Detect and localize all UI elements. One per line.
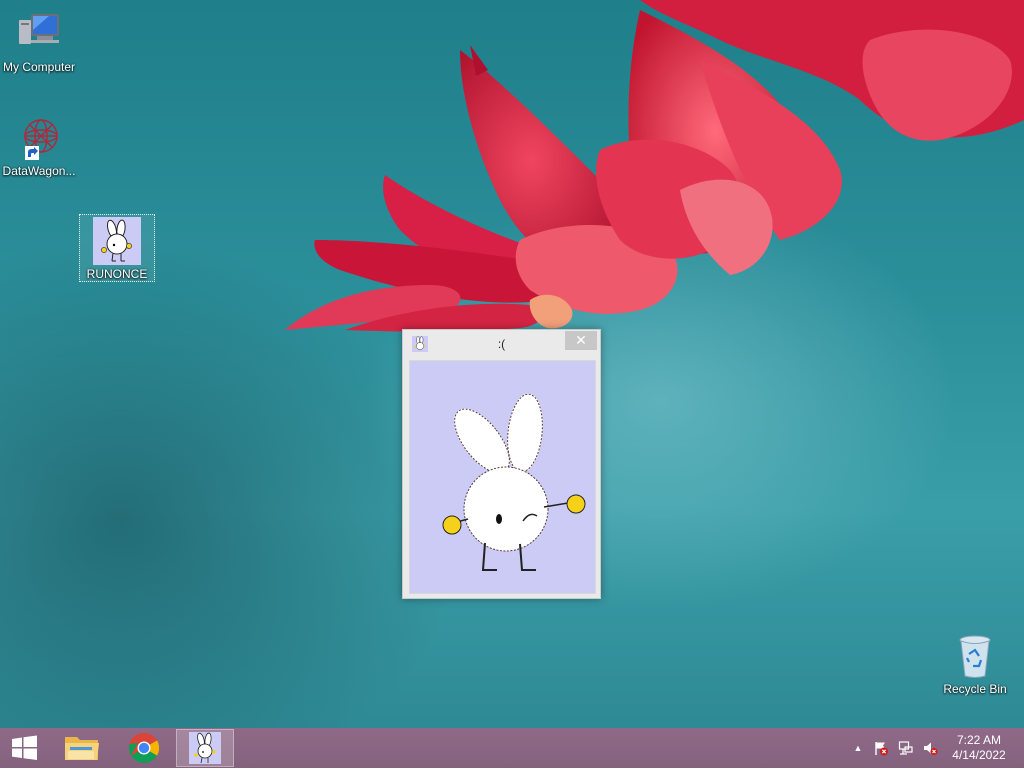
network-button[interactable] (898, 740, 914, 756)
bunny-icon (93, 217, 141, 265)
chevron-up-icon: ▲ (853, 743, 863, 753)
bunny-icon (189, 732, 221, 764)
start-button[interactable] (0, 729, 48, 767)
desktop-icon-datawagon[interactable]: DataWagon... (0, 112, 78, 178)
desktop-icon-label: RUNONCE (86, 267, 148, 281)
clock-time: 7:22 AM (956, 733, 1002, 747)
sad-bunny-image (442, 393, 586, 571)
close-icon: ✕ (575, 332, 587, 348)
chrome-icon (128, 732, 160, 764)
network-icon (898, 741, 913, 755)
windows-logo-icon (12, 735, 37, 760)
desktop-icon-runonce[interactable]: RUNONCE (79, 214, 155, 282)
folder-icon (65, 737, 99, 760)
close-button[interactable]: ✕ (565, 331, 597, 350)
taskbar-file-explorer[interactable] (54, 729, 110, 767)
clock-date: 4/14/2022 (952, 748, 1006, 762)
flag-icon (875, 742, 888, 756)
window-client-area (409, 360, 596, 594)
sad-bunny-window[interactable]: :( ✕ (402, 329, 601, 599)
desktop-icon-recycle-bin[interactable]: Recycle Bin (936, 630, 1014, 696)
desktop[interactable]: My Computer DataWagon... RUNONCE Recycle… (0, 0, 1024, 728)
desktop-icon-label: DataWagon... (2, 164, 76, 178)
system-clock[interactable]: 7:22 AM 4/14/2022 (936, 733, 1022, 763)
computer-icon (15, 10, 63, 58)
desktop-icon-my-computer[interactable]: My Computer (0, 8, 78, 74)
taskbar-runonce[interactable] (176, 729, 234, 767)
desktop-icon-label: Recycle Bin (943, 682, 1007, 696)
taskbar-chrome[interactable] (116, 729, 172, 767)
window-titlebar[interactable]: :( ✕ (403, 330, 600, 358)
taskbar: ▲ 7:22 AM 4/14/2022 (0, 728, 1024, 768)
show-hidden-icons-button[interactable]: ▲ (850, 740, 866, 756)
recycle-bin-icon (951, 632, 999, 680)
network-globe-icon (15, 114, 63, 162)
desktop-icon-label: My Computer (2, 60, 76, 74)
action-center-button[interactable] (873, 740, 889, 756)
